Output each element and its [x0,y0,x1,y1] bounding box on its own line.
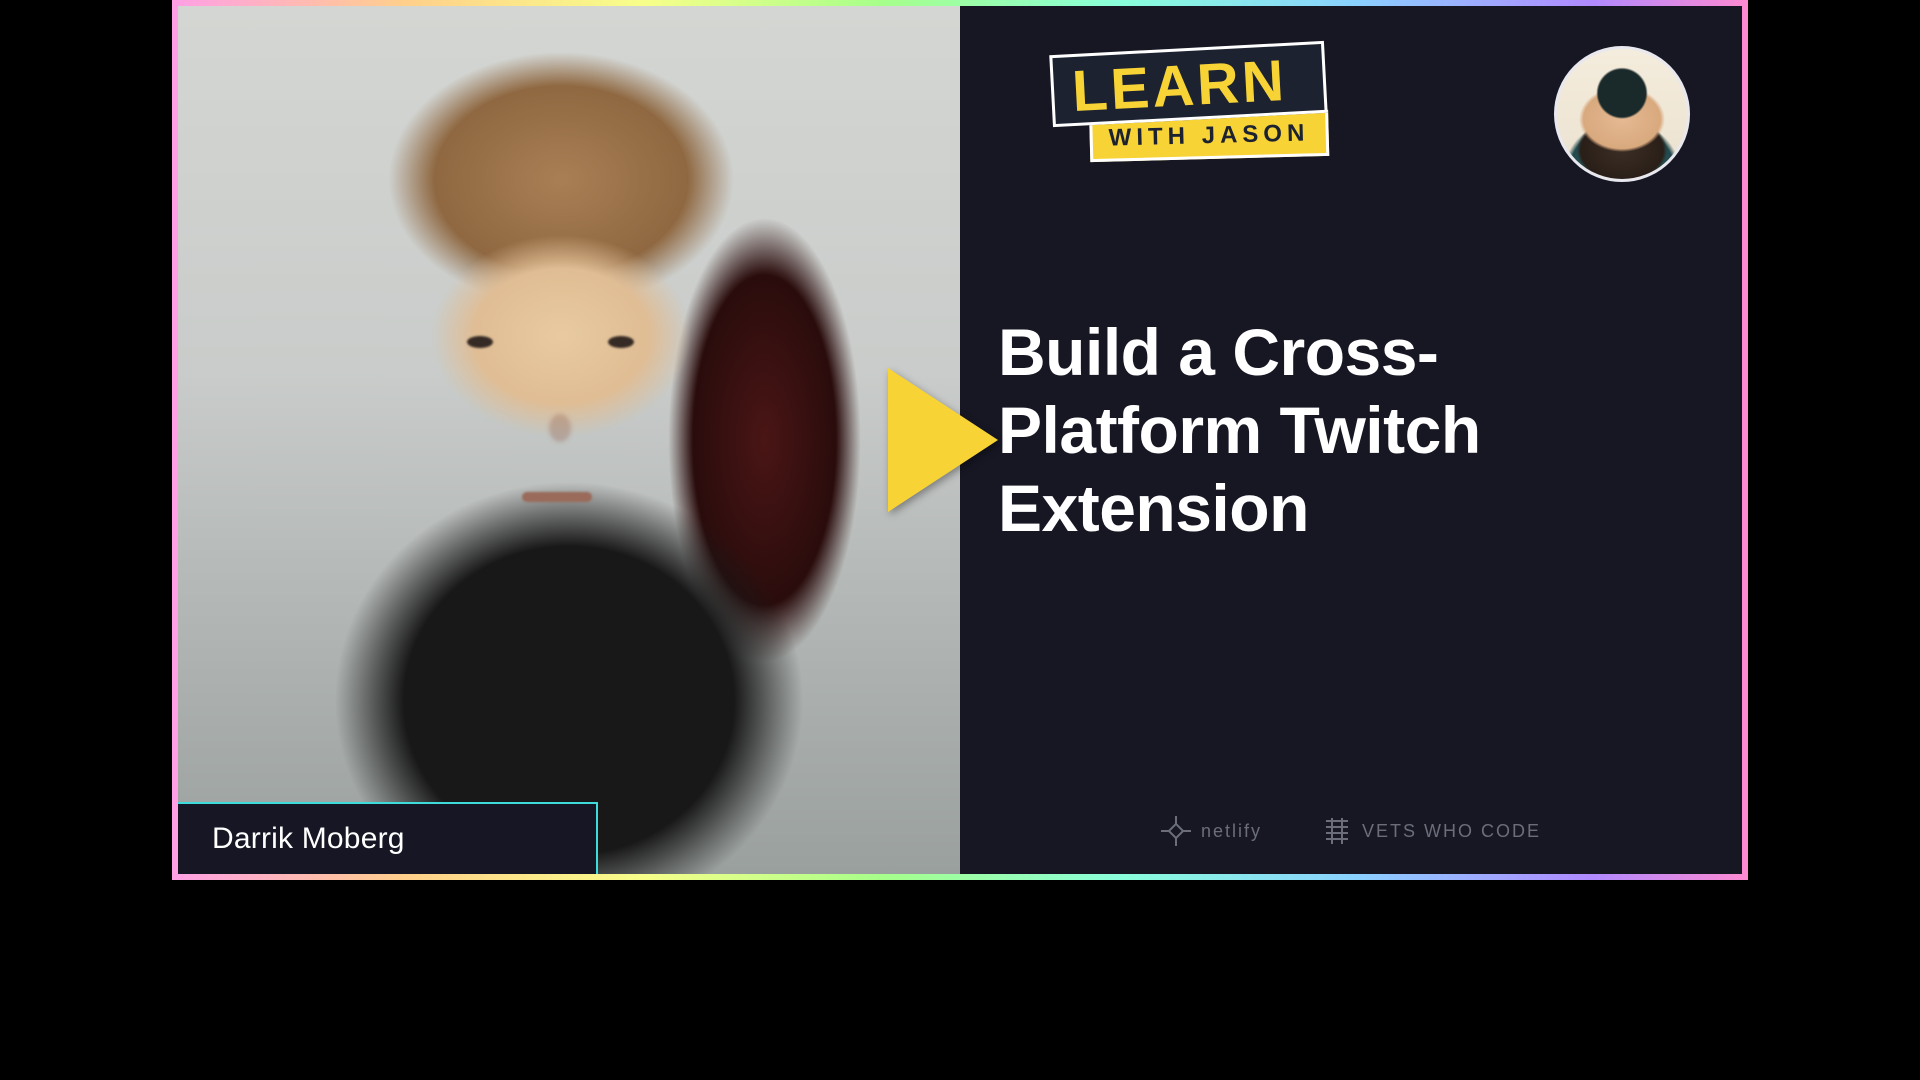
sponsor-vets-who-code: VETS WHO CODE [1322,818,1541,844]
play-button[interactable] [888,368,998,512]
decorative-face-mouth [522,492,592,502]
netlify-icon [1161,816,1191,846]
decorative-face-nose [549,414,571,442]
guest-photo [178,6,960,874]
host-avatar [1554,46,1690,182]
gradient-border: Darrik Moberg LEARN WITH JASON Build a C… [172,0,1748,880]
show-logo-top: LEARN [1049,41,1327,127]
guest-video-panel: Darrik Moberg [178,6,960,874]
flag-hash-icon [1322,818,1352,844]
decorative-face-eye [608,336,634,348]
title-card-panel: LEARN WITH JASON Build a Cross-Platform … [960,6,1742,874]
sponsor-row: netlify [960,816,1742,846]
sponsor-label: netlify [1201,821,1262,842]
sponsor-label: VETS WHO CODE [1362,821,1541,842]
guest-name-label: Darrik Moberg [178,802,598,874]
show-logo: LEARN WITH JASON [1049,41,1329,167]
episode-title: Build a Cross-Platform Twitch Extension [998,314,1682,548]
show-logo-top-text: LEARN [1071,51,1306,121]
decorative-face-eye [467,336,493,348]
sponsor-netlify: netlify [1161,816,1262,846]
